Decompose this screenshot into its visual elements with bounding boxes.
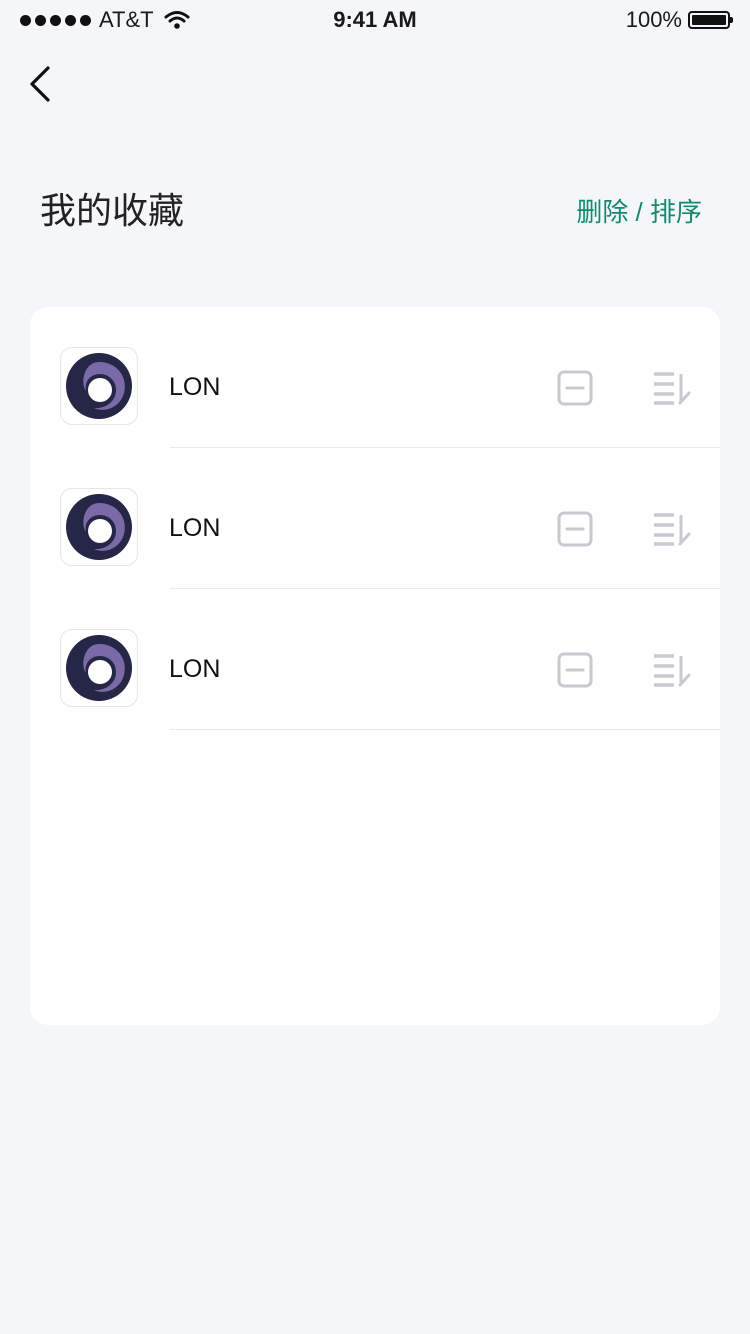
minus-square-icon [557, 652, 593, 688]
battery-percent: 100% [625, 7, 682, 32]
remove-button[interactable] [557, 652, 593, 688]
minus-square-icon [557, 511, 593, 547]
list-item[interactable]: LON [30, 589, 720, 730]
favorites-list: LON LON LON [30, 307, 720, 1025]
minus-square-icon [557, 370, 593, 406]
drag-sort-handle[interactable] [652, 512, 692, 546]
remove-button[interactable] [557, 511, 593, 547]
list-item[interactable]: LON [30, 448, 720, 589]
page-title: 我的收藏 [40, 190, 185, 231]
coin-name: LON [169, 514, 221, 542]
sort-icon [654, 372, 691, 405]
coin-name: LON [169, 373, 221, 401]
lon-logo-icon [60, 488, 138, 566]
status-bar: AT&T 9:41 AM 100% [0, 0, 750, 40]
lon-logo-icon [60, 629, 138, 707]
coin-name: LON [169, 655, 221, 683]
list-item[interactable]: LON [30, 307, 720, 448]
divider [170, 729, 720, 730]
battery-icon [688, 11, 733, 29]
drag-sort-handle[interactable] [652, 653, 692, 687]
status-right: 100% [625, 7, 733, 33]
chevron-left-icon [30, 66, 50, 102]
delete-sort-button[interactable]: 删除 / 排序 [576, 192, 702, 229]
back-button[interactable] [22, 62, 62, 106]
sort-icon [654, 513, 691, 546]
lon-logo-icon [60, 347, 138, 425]
sort-icon [654, 654, 691, 687]
drag-sort-handle[interactable] [652, 371, 692, 405]
remove-button[interactable] [557, 370, 593, 406]
